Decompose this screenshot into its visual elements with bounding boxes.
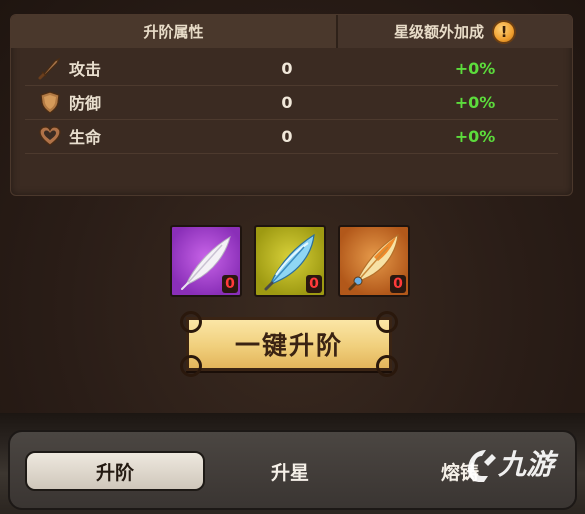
svg-text:九游: 九游 [497,448,559,481]
info-exclamation-icon[interactable]: ! [492,19,516,44]
attribute-panel: 升阶属性 星级额外加成 ! 攻击 0 +0% 防御 0 +0% 生命 0 +0% [10,14,573,196]
upgrade-screen: 升阶属性 星级额外加成 ! 攻击 0 +0% 防御 0 +0% 生命 0 +0%… [0,0,585,514]
attribute-value: 0 [281,58,293,78]
upgrade-materials: 0 0 0 [170,225,415,297]
attribute-row-life: 生命 0 +0% [25,119,558,154]
material-count: 0 [390,275,406,293]
attribute-row-attack: 攻击 0 +0% [25,51,558,86]
watermark-logo: 九游 [462,437,572,487]
attribute-bonus: +0% [454,126,496,146]
attribute-name: 攻击 [69,60,102,79]
material-count: 0 [306,275,322,293]
material-slot-blue-feather[interactable]: 0 [254,225,326,297]
attribute-row-empty [25,151,558,187]
jiuyou-logo-icon: 九游 [468,448,559,482]
sword-icon [38,57,61,80]
attribute-name: 生命 [69,128,102,147]
tab-upgrade[interactable]: 升阶 [25,451,205,491]
attribute-value: 0 [281,92,293,112]
tab-star-up[interactable]: 升星 [220,451,360,491]
star-bonus-header-label: 星级额外加成 [393,23,484,41]
one-click-upgrade-button[interactable]: 一键升阶 [180,311,398,377]
material-slot-golden-feather[interactable]: 0 [338,225,410,297]
attribute-name: 防御 [69,94,102,113]
attribute-row-defense: 防御 0 +0% [25,85,558,120]
attribute-bonus: +0% [454,58,496,78]
material-count: 0 [222,275,238,293]
upgrade-attributes-header: 升阶属性 [11,15,338,48]
heart-icon [39,126,61,146]
star-bonus-header: 星级额外加成 ! [338,15,572,48]
attribute-bonus: +0% [454,92,496,112]
attribute-header: 升阶属性 星级额外加成 ! [11,15,572,48]
material-slot-white-feather[interactable]: 0 [170,225,242,297]
one-click-upgrade-label: 一键升阶 [234,331,343,360]
attribute-value: 0 [281,126,293,146]
shield-icon [40,91,60,114]
